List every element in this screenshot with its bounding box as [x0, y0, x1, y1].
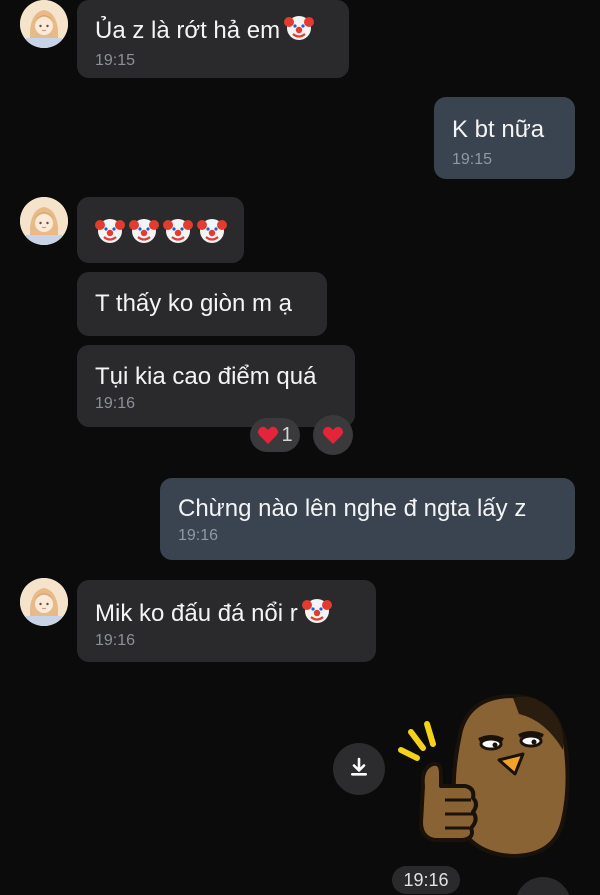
message-bubble-outgoing[interactable]: Chừng nào lên nghe đ ngta lấy z 19:16 [160, 478, 575, 560]
message-timestamp: 19:16 [95, 632, 136, 649]
message-timestamp: 19:16 [178, 527, 219, 544]
message-bubble-outgoing[interactable]: K bt nữa 19:15 [434, 97, 575, 179]
message-timestamp: 19:15 [95, 52, 136, 69]
message-text: Chừng nào lên nghe đ ngta lấy z [178, 495, 527, 522]
scroll-to-bottom-button[interactable] [515, 877, 571, 895]
emoji-row [95, 210, 227, 250]
clown-face-icon [129, 215, 159, 245]
message-bubble-incoming[interactable]: Tụi kia cao điểm quá 19:16 [77, 345, 355, 427]
clown-face-icon [95, 215, 125, 245]
red-heart-icon [322, 425, 344, 445]
message-timestamp: 19:16 [392, 866, 460, 894]
message-text: Tụi kia cao điểm quá [95, 363, 317, 390]
add-reaction-button[interactable] [313, 415, 353, 455]
message-bubble-incoming[interactable]: T thấy ko giòn m ạ [77, 272, 327, 336]
message-bubble-incoming[interactable] [77, 197, 244, 263]
contact-avatar[interactable] [20, 0, 68, 48]
reaction-count: 1 [281, 423, 293, 446]
reaction-count-pill[interactable]: 1 [250, 418, 300, 452]
clown-face-icon [163, 215, 193, 245]
bird-thumbs-up-sticker[interactable] [395, 690, 575, 860]
clown-face-icon [197, 215, 227, 245]
message-bubble-incoming[interactable]: Ủa z là rớt hả em 19:15 [77, 0, 349, 78]
message-timestamp: 19:15 [452, 151, 493, 168]
message-text: Ủa z là rớt hả em [95, 12, 331, 46]
message-bubble-incoming[interactable]: Mik ko đấu đá nổi r 19:16 [77, 580, 376, 662]
message-text: T thấy ko giòn m ạ [95, 290, 292, 317]
clown-face-icon [301, 595, 332, 625]
chat-conversation: Ủa z là rớt hả em 19:15 K bt nữa 19:15 T… [0, 0, 600, 895]
message-text: K bt nữa [452, 116, 545, 143]
message-timestamp: 19:16 [95, 395, 136, 412]
contact-avatar[interactable] [20, 197, 68, 245]
download-icon [348, 756, 370, 783]
download-button[interactable] [333, 743, 385, 795]
clown-face-icon [284, 12, 315, 42]
red-heart-icon [257, 425, 279, 445]
contact-avatar[interactable] [20, 578, 68, 626]
message-text: Mik ko đấu đá nổi r [95, 595, 358, 629]
